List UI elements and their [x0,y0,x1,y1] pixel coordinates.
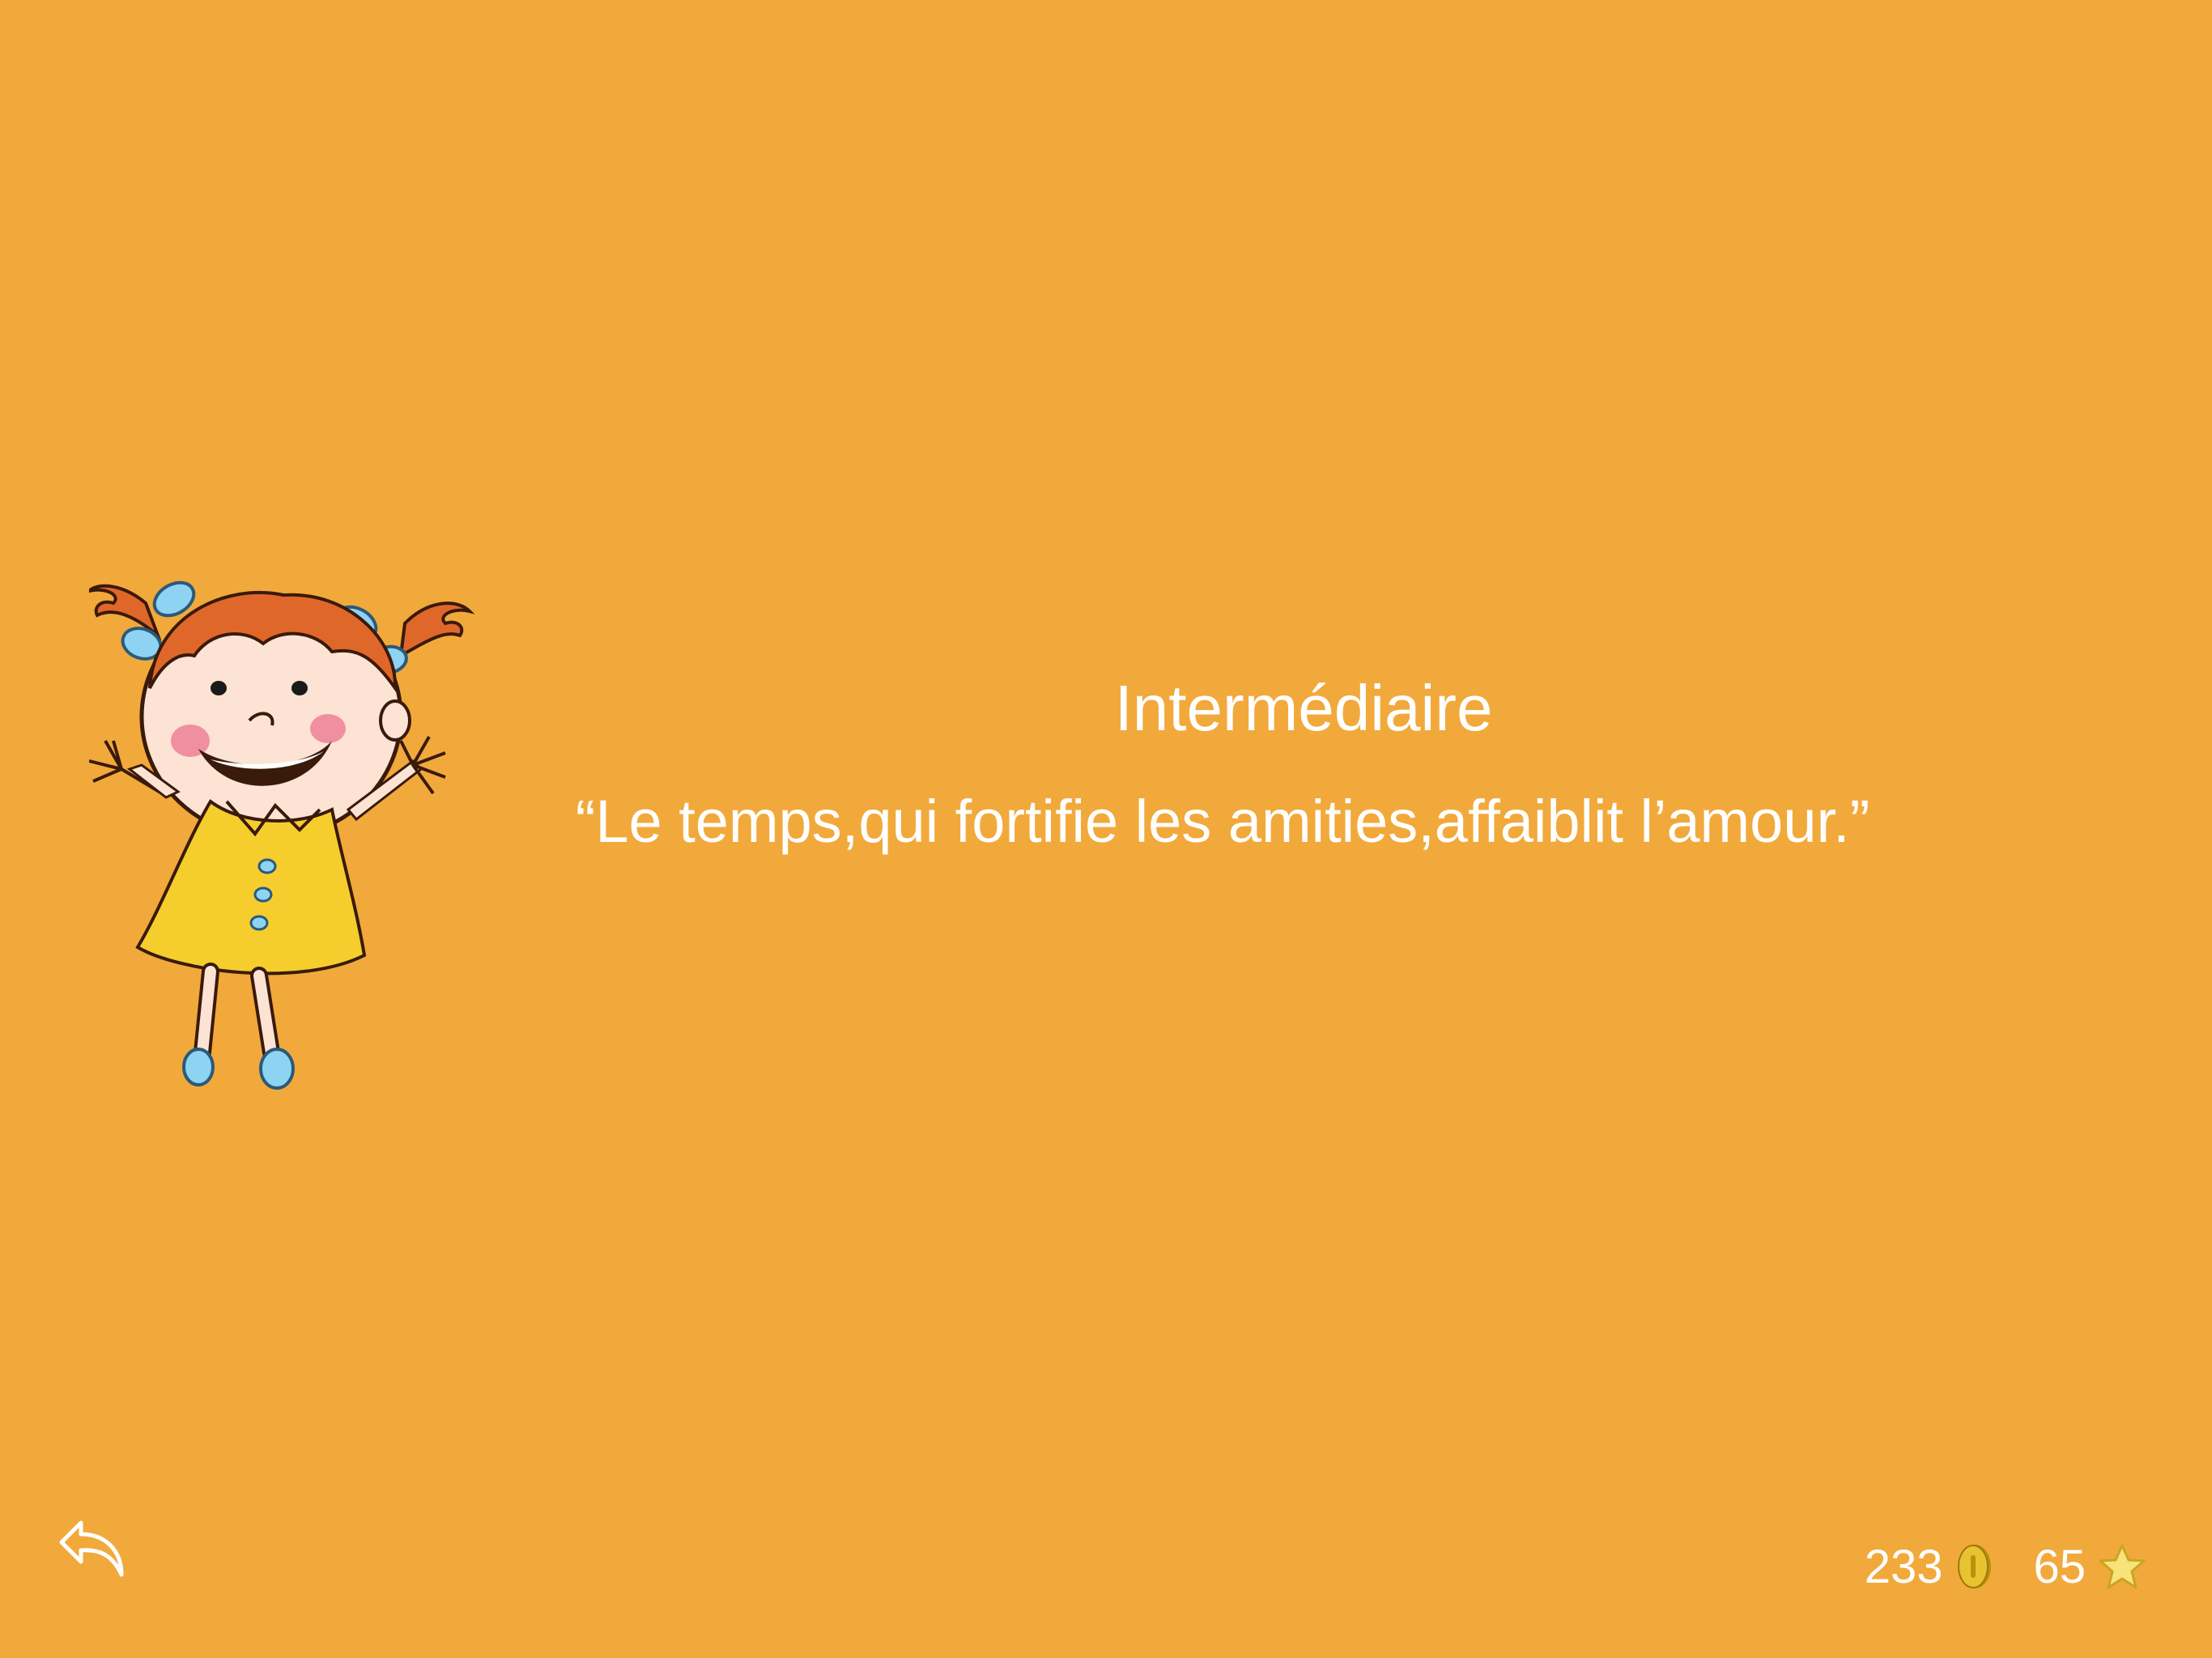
score-stats: 233 65 [1865,1534,2147,1599]
back-button[interactable] [57,1518,130,1583]
level-title: Intermédiaire [1114,672,1493,744]
star-icon [2099,1544,2146,1589]
cartoon-girl-illustration [89,580,475,1090]
coin-icon [1958,1545,1992,1588]
star-counter: 65 [2033,1540,2147,1594]
coin-count: 233 [1864,1540,1943,1593]
back-arrow-icon [59,1520,124,1577]
quote-text: “Le temps,qui fortifie les amities,affai… [575,788,1870,855]
star-count: 65 [2033,1540,2086,1593]
coin-counter: 233 [1865,1540,1997,1594]
quote-screen: Intermédiaire “Le temps,qui fortifie les… [0,0,2212,1658]
